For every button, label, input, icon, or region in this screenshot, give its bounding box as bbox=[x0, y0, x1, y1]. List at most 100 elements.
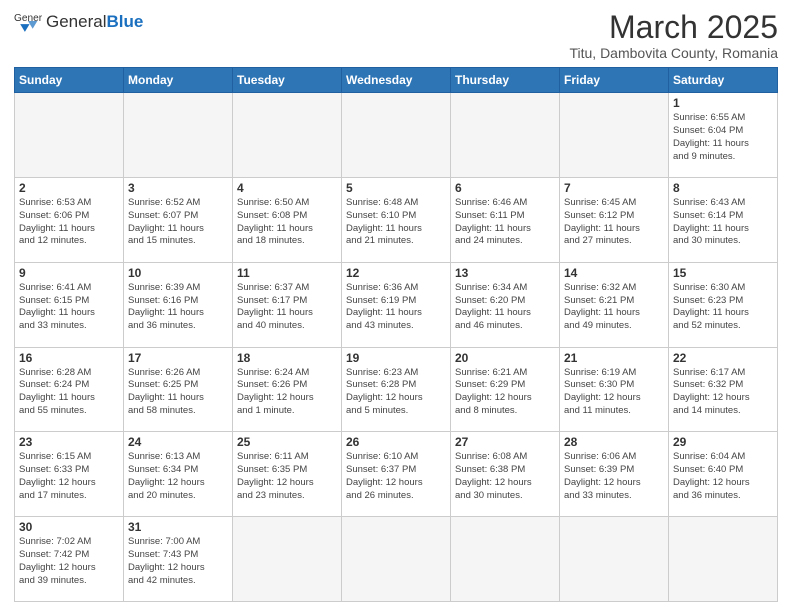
calendar-cell bbox=[233, 517, 342, 602]
calendar-cell: 6 Sunrise: 6:46 AM Sunset: 6:11 PM Daylig… bbox=[451, 177, 560, 262]
weekday-header-sunday: Sunday bbox=[15, 68, 124, 93]
calendar-cell bbox=[124, 93, 233, 178]
weekday-header-row: SundayMondayTuesdayWednesdayThursdayFrid… bbox=[15, 68, 778, 93]
calendar-cell bbox=[342, 517, 451, 602]
day-info: Sunrise: 6:34 AM Sunset: 6:20 PM Dayligh… bbox=[455, 282, 555, 333]
day-number: 30 bbox=[19, 520, 119, 534]
calendar-week-1: 1Sunrise: 6:55 AM Sunset: 6:04 PM Daylig… bbox=[15, 93, 778, 178]
day-number: 17 bbox=[128, 351, 228, 365]
day-info: Sunrise: 6:50 AM Sunset: 6:08 PM Dayligh… bbox=[237, 197, 337, 248]
day-info: Sunrise: 6:46 AM Sunset: 6:11 PM Dayligh… bbox=[455, 197, 555, 248]
weekday-header-thursday: Thursday bbox=[451, 68, 560, 93]
calendar-cell bbox=[560, 93, 669, 178]
calendar-week-6: 30Sunrise: 7:02 AM Sunset: 7:42 PM Dayli… bbox=[15, 517, 778, 602]
day-info: Sunrise: 6:24 AM Sunset: 6:26 PM Dayligh… bbox=[237, 367, 337, 418]
calendar-cell: 27Sunrise: 6:08 AM Sunset: 6:38 PM Dayli… bbox=[451, 432, 560, 517]
day-number: 31 bbox=[128, 520, 228, 534]
day-number: 4 bbox=[237, 181, 337, 195]
day-info: Sunrise: 6:04 AM Sunset: 6:40 PM Dayligh… bbox=[673, 451, 773, 502]
day-info: Sunrise: 7:00 AM Sunset: 7:43 PM Dayligh… bbox=[128, 536, 228, 587]
calendar-cell: 12 Sunrise: 6:36 AM Sunset: 6:19 PM Dayli… bbox=[342, 262, 451, 347]
calendar-cell: 9 Sunrise: 6:41 AM Sunset: 6:15 PM Daylig… bbox=[15, 262, 124, 347]
calendar-cell: 11Sunrise: 6:37 AM Sunset: 6:17 PM Dayli… bbox=[233, 262, 342, 347]
day-number: 24 bbox=[128, 435, 228, 449]
day-number: 23 bbox=[19, 435, 119, 449]
day-number: 5 bbox=[346, 181, 446, 195]
day-number: 7 bbox=[564, 181, 664, 195]
title-block: March 2025 Titu, Dambovita County, Roman… bbox=[569, 10, 778, 61]
day-info: Sunrise: 6:13 AM Sunset: 6:34 PM Dayligh… bbox=[128, 451, 228, 502]
weekday-header-friday: Friday bbox=[560, 68, 669, 93]
day-number: 1 bbox=[673, 96, 773, 110]
calendar-cell: 13 Sunrise: 6:34 AM Sunset: 6:20 PM Dayli… bbox=[451, 262, 560, 347]
generalblue-icon: General bbox=[14, 10, 42, 32]
day-number: 20 bbox=[455, 351, 555, 365]
calendar-cell bbox=[669, 517, 778, 602]
calendar-cell: 17 Sunrise: 6:26 AM Sunset: 6:25 PM Dayli… bbox=[124, 347, 233, 432]
calendar-cell: 7 Sunrise: 6:45 AM Sunset: 6:12 PM Daylig… bbox=[560, 177, 669, 262]
day-info: Sunrise: 6:11 AM Sunset: 6:35 PM Dayligh… bbox=[237, 451, 337, 502]
calendar-cell bbox=[15, 93, 124, 178]
day-info: Sunrise: 6:17 AM Sunset: 6:32 PM Dayligh… bbox=[673, 367, 773, 418]
weekday-header-tuesday: Tuesday bbox=[233, 68, 342, 93]
day-info: Sunrise: 6:10 AM Sunset: 6:37 PM Dayligh… bbox=[346, 451, 446, 502]
calendar-cell: 14 Sunrise: 6:32 AM Sunset: 6:21 PM Dayli… bbox=[560, 262, 669, 347]
main-title: March 2025 bbox=[569, 10, 778, 45]
calendar-week-5: 23 Sunrise: 6:15 AM Sunset: 6:33 PM Dayli… bbox=[15, 432, 778, 517]
calendar-cell bbox=[451, 93, 560, 178]
day-info: Sunrise: 6:15 AM Sunset: 6:33 PM Dayligh… bbox=[19, 451, 119, 502]
day-number: 15 bbox=[673, 266, 773, 280]
calendar-cell: 10Sunrise: 6:39 AM Sunset: 6:16 PM Dayli… bbox=[124, 262, 233, 347]
day-number: 12 bbox=[346, 266, 446, 280]
day-info: Sunrise: 6:06 AM Sunset: 6:39 PM Dayligh… bbox=[564, 451, 664, 502]
day-number: 6 bbox=[455, 181, 555, 195]
day-number: 29 bbox=[673, 435, 773, 449]
day-number: 13 bbox=[455, 266, 555, 280]
calendar-cell: 31 Sunrise: 7:00 AM Sunset: 7:43 PM Dayli… bbox=[124, 517, 233, 602]
day-number: 22 bbox=[673, 351, 773, 365]
calendar-cell: 30Sunrise: 7:02 AM Sunset: 7:42 PM Dayli… bbox=[15, 517, 124, 602]
calendar-cell: 21Sunrise: 6:19 AM Sunset: 6:30 PM Dayli… bbox=[560, 347, 669, 432]
calendar-cell: 5Sunrise: 6:48 AM Sunset: 6:10 PM Daylig… bbox=[342, 177, 451, 262]
calendar-cell: 2 Sunrise: 6:53 AM Sunset: 6:06 PM Daylig… bbox=[15, 177, 124, 262]
day-number: 27 bbox=[455, 435, 555, 449]
day-info: Sunrise: 6:26 AM Sunset: 6:25 PM Dayligh… bbox=[128, 367, 228, 418]
day-number: 3 bbox=[128, 181, 228, 195]
calendar-cell: 25Sunrise: 6:11 AM Sunset: 6:35 PM Dayli… bbox=[233, 432, 342, 517]
weekday-header-saturday: Saturday bbox=[669, 68, 778, 93]
calendar-cell: 1Sunrise: 6:55 AM Sunset: 6:04 PM Daylig… bbox=[669, 93, 778, 178]
calendar-cell: 28Sunrise: 6:06 AM Sunset: 6:39 PM Dayli… bbox=[560, 432, 669, 517]
day-number: 18 bbox=[237, 351, 337, 365]
calendar-cell bbox=[451, 517, 560, 602]
day-info: Sunrise: 6:52 AM Sunset: 6:07 PM Dayligh… bbox=[128, 197, 228, 248]
calendar-cell: 29 Sunrise: 6:04 AM Sunset: 6:40 PM Dayli… bbox=[669, 432, 778, 517]
day-info: Sunrise: 6:53 AM Sunset: 6:06 PM Dayligh… bbox=[19, 197, 119, 248]
day-info: Sunrise: 6:21 AM Sunset: 6:29 PM Dayligh… bbox=[455, 367, 555, 418]
calendar-cell: 8Sunrise: 6:43 AM Sunset: 6:14 PM Daylig… bbox=[669, 177, 778, 262]
page: General GeneralBlue March 2025 Titu, Dam… bbox=[0, 0, 792, 612]
calendar-cell: 22 Sunrise: 6:17 AM Sunset: 6:32 PM Dayli… bbox=[669, 347, 778, 432]
day-info: Sunrise: 6:41 AM Sunset: 6:15 PM Dayligh… bbox=[19, 282, 119, 333]
day-number: 21 bbox=[564, 351, 664, 365]
calendar-week-2: 2 Sunrise: 6:53 AM Sunset: 6:06 PM Daylig… bbox=[15, 177, 778, 262]
calendar-cell: 16Sunrise: 6:28 AM Sunset: 6:24 PM Dayli… bbox=[15, 347, 124, 432]
day-number: 9 bbox=[19, 266, 119, 280]
day-number: 10 bbox=[128, 266, 228, 280]
day-number: 14 bbox=[564, 266, 664, 280]
calendar-cell: 24 Sunrise: 6:13 AM Sunset: 6:34 PM Dayli… bbox=[124, 432, 233, 517]
day-number: 2 bbox=[19, 181, 119, 195]
header: General GeneralBlue March 2025 Titu, Dam… bbox=[14, 10, 778, 61]
calendar-cell: 4 Sunrise: 6:50 AM Sunset: 6:08 PM Daylig… bbox=[233, 177, 342, 262]
day-info: Sunrise: 6:45 AM Sunset: 6:12 PM Dayligh… bbox=[564, 197, 664, 248]
calendar-cell: 20 Sunrise: 6:21 AM Sunset: 6:29 PM Dayli… bbox=[451, 347, 560, 432]
day-info: Sunrise: 6:30 AM Sunset: 6:23 PM Dayligh… bbox=[673, 282, 773, 333]
day-number: 26 bbox=[346, 435, 446, 449]
day-info: Sunrise: 6:32 AM Sunset: 6:21 PM Dayligh… bbox=[564, 282, 664, 333]
day-info: Sunrise: 6:36 AM Sunset: 6:19 PM Dayligh… bbox=[346, 282, 446, 333]
calendar-cell bbox=[233, 93, 342, 178]
calendar-week-3: 9 Sunrise: 6:41 AM Sunset: 6:15 PM Daylig… bbox=[15, 262, 778, 347]
logo: General GeneralBlue bbox=[14, 10, 143, 32]
day-number: 11 bbox=[237, 266, 337, 280]
calendar-cell: 3 Sunrise: 6:52 AM Sunset: 6:07 PM Daylig… bbox=[124, 177, 233, 262]
day-number: 8 bbox=[673, 181, 773, 195]
